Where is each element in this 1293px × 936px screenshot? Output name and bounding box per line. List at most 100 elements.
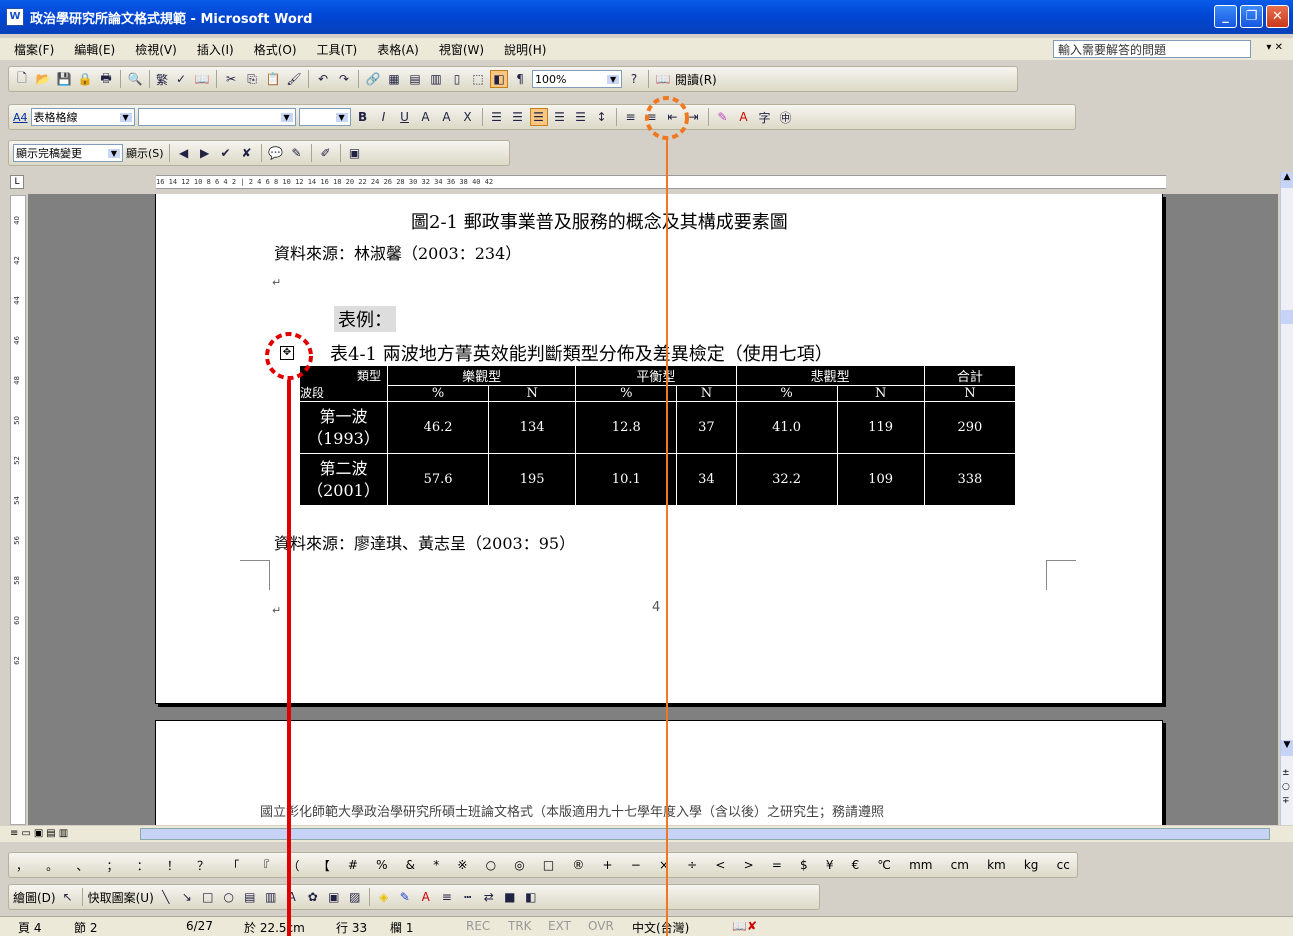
symbol-button[interactable]: ！ (164, 857, 182, 874)
symbol-button[interactable]: mm (906, 858, 935, 872)
arrow-icon[interactable]: ↘ (178, 888, 196, 906)
table-cell[interactable]: 134 (488, 401, 577, 454)
symbol-button[interactable]: 、 (73, 857, 91, 874)
status-ovr[interactable]: OVR (588, 919, 614, 933)
menu-item[interactable]: 工具(T) (317, 41, 358, 58)
scroll-down-icon[interactable]: ▼ (1281, 740, 1293, 756)
phonetic-guide-icon[interactable]: 字 (756, 108, 774, 126)
table-header[interactable]: 合計 (923, 365, 1017, 386)
document-page[interactable]: 國立彰化師範大學政治學研究所碩士班論文格式（本版適用九十七學年度入學（含以後）之… (155, 720, 1163, 825)
insert-comment-icon[interactable]: 💬 (267, 144, 285, 162)
symbol-button[interactable]: * (430, 858, 442, 872)
arrow-style-icon[interactable]: ⇄ (480, 888, 498, 906)
bullets-icon[interactable]: ≡ (643, 108, 661, 126)
symbol-button[interactable]: 【 (315, 857, 333, 874)
table-subheader[interactable]: N (836, 385, 925, 402)
menu-item[interactable]: 說明(H) (504, 41, 546, 58)
traditional-chinese-button[interactable]: 繁 (155, 70, 169, 88)
paste-icon[interactable]: 📋 (264, 70, 282, 88)
insert-table-icon[interactable]: ▤ (406, 70, 424, 88)
numbering-icon[interactable]: ≡ (622, 108, 640, 126)
table-cell[interactable]: 57.6 (386, 453, 490, 506)
shadow-icon[interactable]: ■ (501, 888, 519, 906)
symbol-button[interactable]: □ (540, 858, 557, 872)
symbol-button[interactable]: > (741, 858, 757, 872)
table-move-handle-icon[interactable]: ✥ (280, 346, 294, 360)
table-cell[interactable]: 34 (676, 453, 737, 506)
table-cell[interactable]: 119 (836, 401, 925, 454)
status-trk[interactable]: TRK (508, 919, 532, 933)
research-icon[interactable]: 📖 (193, 70, 211, 88)
reject-change-icon[interactable]: ✘ (238, 144, 256, 162)
oval-icon[interactable]: ○ (220, 888, 238, 906)
scroll-up-icon[interactable]: ▲ (1281, 172, 1293, 188)
character-border-icon[interactable]: A (417, 108, 435, 126)
symbol-button[interactable]: % (373, 858, 390, 872)
symbol-button[interactable]: + (600, 858, 616, 872)
menu-item[interactable]: 插入(I) (197, 41, 234, 58)
font-size-select[interactable]: ▼ (298, 108, 351, 126)
show-menu-button[interactable]: 顯示(S) (126, 145, 164, 161)
format-painter-icon[interactable]: 🖌 (285, 70, 303, 88)
symbol-button[interactable]: $ (797, 858, 811, 872)
document-map-icon[interactable]: ◧ (490, 70, 509, 88)
accept-change-icon[interactable]: ✔ (217, 144, 235, 162)
rectangle-icon[interactable]: □ (199, 888, 217, 906)
align-left-icon[interactable]: ☰ (509, 108, 527, 126)
table-subheader[interactable]: % (735, 385, 838, 402)
symbol-button[interactable]: 『 (254, 857, 272, 874)
table-corner-cell[interactable]: 類型 波段 (299, 365, 388, 402)
character-shading-icon[interactable]: A (438, 108, 456, 126)
symbol-button[interactable]: ； (104, 857, 122, 874)
save-icon[interactable]: 💾 (55, 70, 73, 88)
symbol-button[interactable]: （ (285, 857, 303, 874)
symbol-button[interactable]: km (984, 858, 1009, 872)
tab-selector-icon[interactable]: L (10, 175, 24, 189)
enclose-characters-icon[interactable]: ㊥ (777, 108, 795, 126)
symbol-button[interactable]: cc (1054, 858, 1073, 872)
symbol-button[interactable]: − (628, 858, 644, 872)
font-color-icon[interactable]: A (735, 108, 753, 126)
draw-menu-button[interactable]: 繪圖(D) (13, 889, 56, 906)
zoom-select[interactable]: 100% ▼ (532, 70, 623, 88)
print-icon[interactable]: 🖶 (97, 70, 115, 88)
read-button[interactable]: 閱讀(R) (675, 71, 717, 88)
distributed-icon[interactable]: ☰ (572, 108, 590, 126)
picture-icon[interactable]: ▨ (346, 888, 364, 906)
help-icon[interactable]: ? (625, 70, 643, 88)
open-icon[interactable]: 📂 (34, 70, 52, 88)
line-icon[interactable]: ╲ (157, 888, 175, 906)
table-cell[interactable]: 46.2 (386, 401, 490, 454)
track-changes-icon[interactable]: ✐ (317, 144, 335, 162)
symbol-button[interactable]: ℃ (874, 858, 893, 872)
table-cell[interactable]: 32.2 (735, 453, 838, 506)
menu-item[interactable]: 格式(O) (254, 41, 297, 58)
symbol-button[interactable]: € (849, 858, 863, 872)
increase-indent-icon[interactable]: ⇥ (685, 108, 703, 126)
fill-color-icon[interactable]: ◈ (375, 888, 393, 906)
review-display-select[interactable]: 顯示完稿變更 ▼ (13, 144, 123, 162)
table-cell[interactable]: 338 (923, 453, 1017, 506)
minimize-button[interactable]: _ (1214, 5, 1237, 28)
table-header[interactable]: 悲觀型 (735, 365, 925, 386)
menu-item[interactable]: 檔案(F) (14, 41, 54, 58)
reading-layout-icon[interactable]: 📖 (654, 70, 672, 88)
horizontal-scrollbar[interactable]: ≡▭▣▤▥ (0, 826, 1293, 842)
row-label-cell[interactable]: 第二波 （2001） (299, 453, 388, 506)
table-header[interactable]: 平衡型 (575, 365, 737, 386)
symbol-button[interactable]: ： (134, 857, 152, 874)
table-cell[interactable]: 41.0 (735, 401, 838, 454)
underline-icon[interactable]: U (396, 108, 414, 126)
hyperlink-icon[interactable]: 🔗 (364, 70, 382, 88)
table-cell[interactable]: 109 (836, 453, 925, 506)
table-subheader[interactable]: % (575, 385, 678, 402)
line-color-icon[interactable]: ✎ (396, 888, 414, 906)
symbol-button[interactable]: ， (13, 857, 31, 874)
tables-borders-icon[interactable]: ▦ (385, 70, 403, 88)
menu-item[interactable]: 視窗(W) (439, 41, 484, 58)
symbol-button[interactable]: 。 (43, 857, 61, 874)
symbol-button[interactable]: ® (569, 858, 587, 872)
dash-style-icon[interactable]: ┅ (459, 888, 477, 906)
print-preview-icon[interactable]: 🔍 (126, 70, 144, 88)
symbol-button[interactable]: 「 (224, 857, 242, 874)
